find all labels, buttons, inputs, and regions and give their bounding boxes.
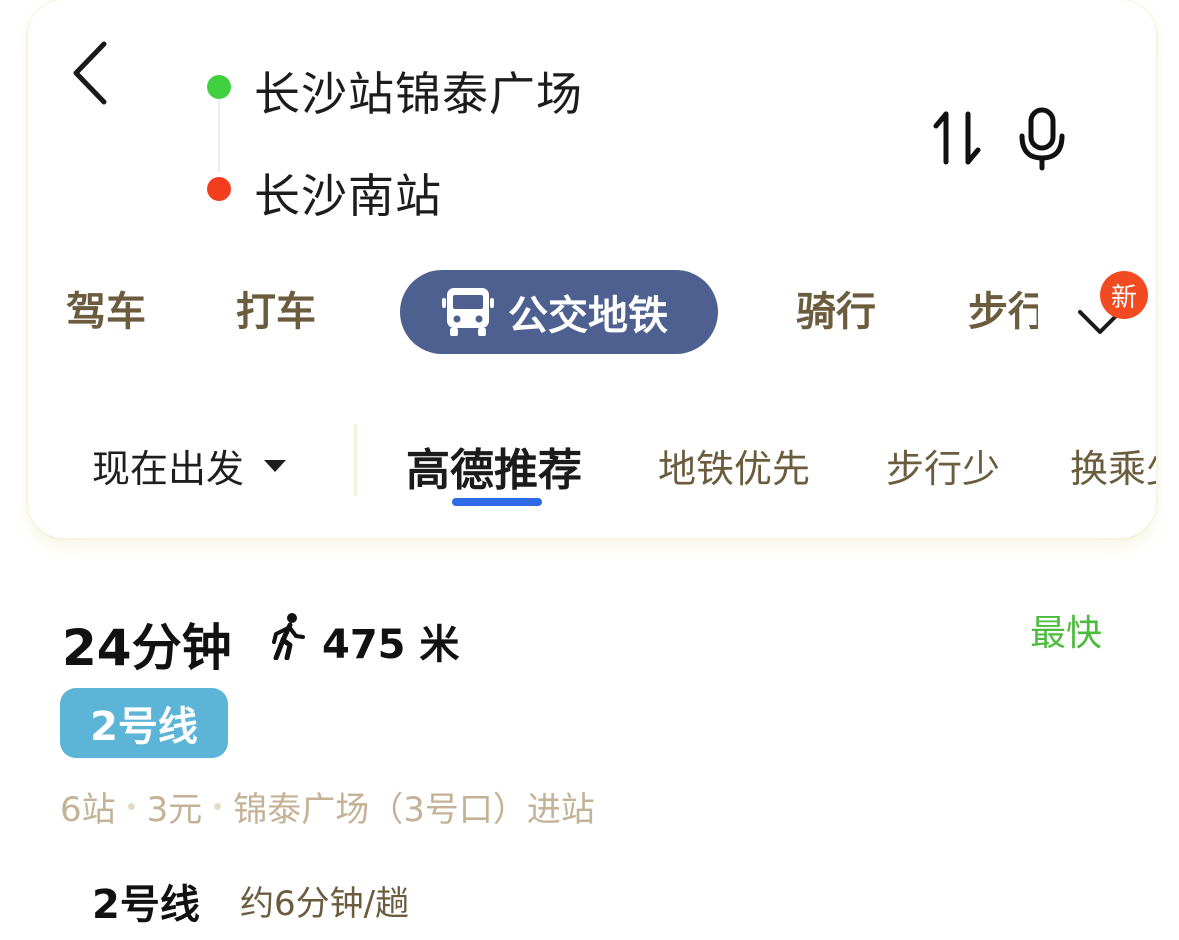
route-duration[interactable]: 24分钟 (62, 608, 232, 680)
filter-divider (354, 424, 357, 496)
filter-tab-recommended[interactable]: 高德推荐 (406, 434, 582, 498)
mode-tab-drive[interactable]: 驾车 (66, 284, 146, 340)
route-meta: 6站 3元 锦泰广场（3号口）进站 (60, 782, 595, 831)
separator-dot (214, 803, 222, 810)
filter-tab-subway-first[interactable]: 地铁优先 (658, 438, 810, 493)
stop-count: 6站 (60, 790, 116, 830)
destination-field[interactable]: 长沙南站 (254, 160, 442, 226)
bus-icon (442, 288, 494, 336)
origin-field[interactable]: 长沙站锦泰广场 (254, 58, 583, 124)
fastest-tag: 最快 (1030, 613, 1103, 654)
filter-tab-fewer-transfers[interactable]: 换乘少 (1070, 438, 1156, 493)
microphone-icon (1019, 107, 1065, 171)
mode-tab-cycling[interactable]: 骑行 (796, 284, 876, 340)
mode-tab-taxi[interactable]: 打车 (236, 284, 316, 340)
swap-icon (933, 111, 981, 165)
voice-input-button[interactable] (1014, 106, 1070, 172)
active-tab-underline (452, 498, 542, 506)
entry-station: 锦泰广场（3号口）进站 (233, 790, 595, 830)
fare: 3元 (146, 790, 203, 830)
walking-person-icon (268, 612, 308, 661)
new-badge: 新 (1100, 271, 1148, 319)
separator-dot (127, 803, 135, 810)
walking-distance: 475 米 (322, 622, 460, 668)
depart-time-label: 现在出发 (92, 447, 245, 491)
line-frequency: 约6分钟/趟 (240, 884, 410, 924)
mode-tab-transit-label: 公交地铁 (508, 293, 668, 339)
filter-tab-less-walking[interactable]: 步行少 (886, 438, 1000, 493)
line-name: 2号线 (92, 882, 200, 928)
mode-tab-transit[interactable]: 公交地铁 (400, 270, 718, 354)
origin-dot (207, 75, 231, 99)
mode-tab-walking[interactable]: 步行 (968, 284, 1038, 340)
metro-line-badge: 2号线 (60, 688, 228, 758)
route-connector-line (218, 100, 220, 172)
back-button[interactable] (60, 38, 120, 108)
destination-dot (207, 177, 231, 201)
swap-button[interactable] (930, 108, 986, 168)
back-arrow-icon (73, 41, 107, 105)
caret-down-icon (264, 459, 287, 472)
depart-time-selector[interactable]: 现在出发 (92, 438, 287, 493)
